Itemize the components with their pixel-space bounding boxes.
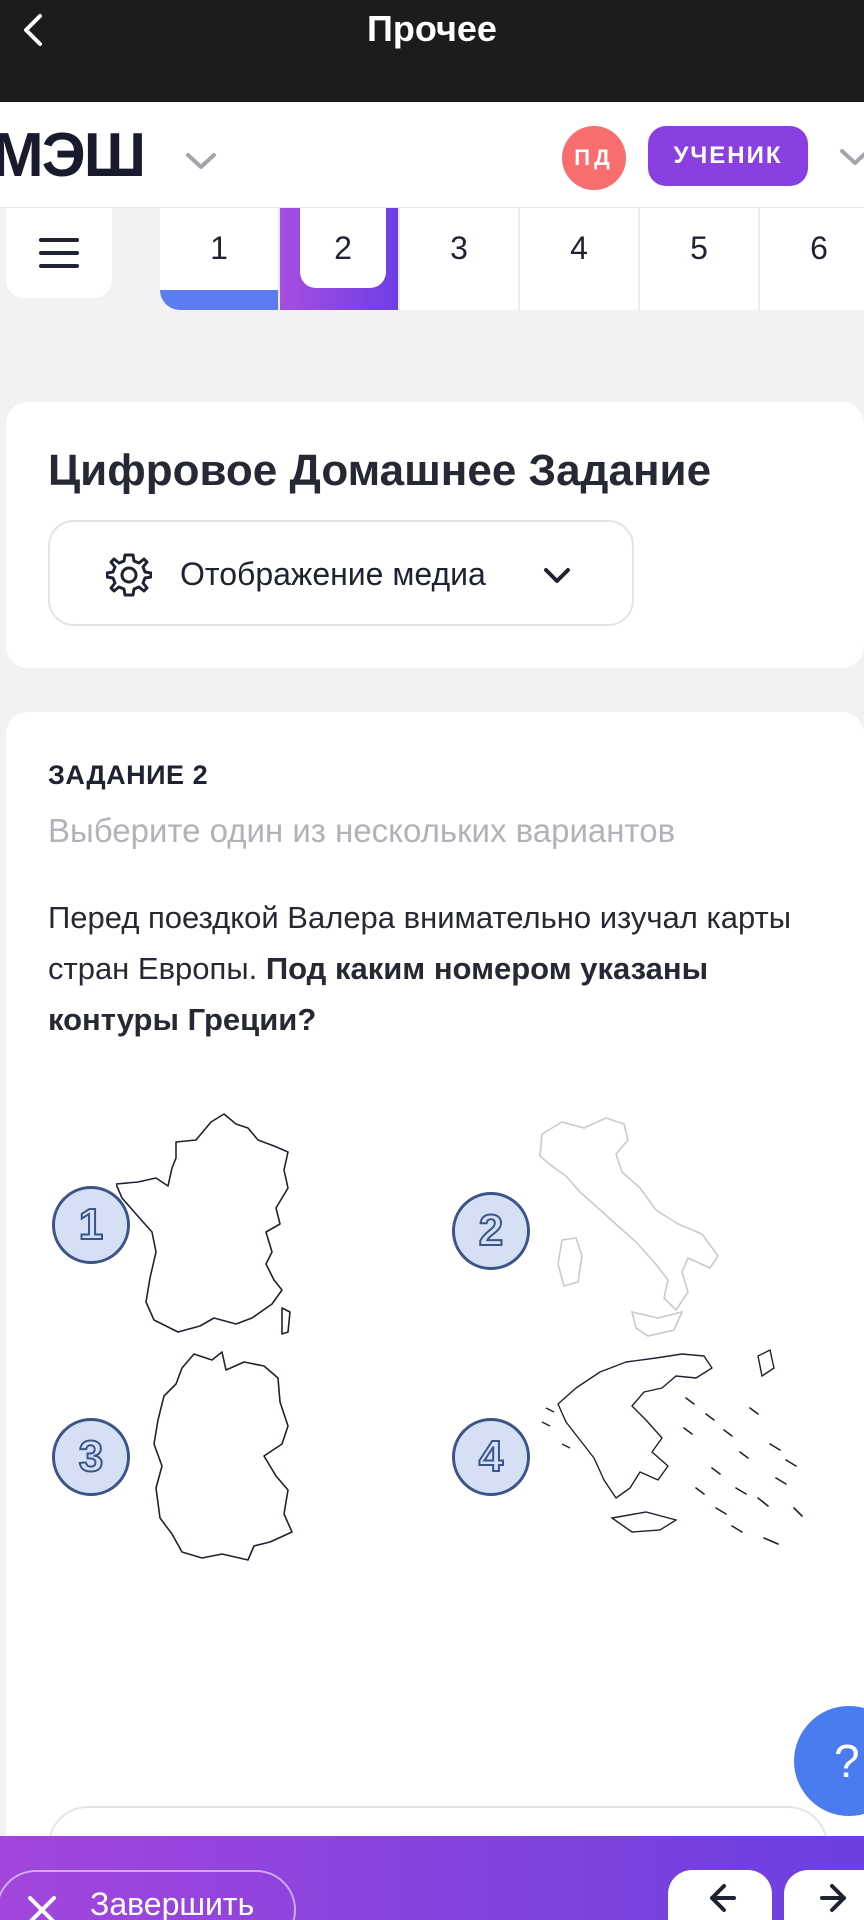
task-card: ЗАДАНИЕ 2 Выберите один из нескольких ва… — [6, 712, 864, 1920]
task-number: ЗАДАНИЕ 2 — [48, 760, 209, 790]
media-display-label: Отображение медиа — [180, 556, 486, 592]
tab-question-1[interactable]: 1 — [160, 208, 280, 310]
role-button[interactable]: УЧЕНИК — [648, 126, 808, 186]
arrow-left-icon — [710, 1884, 736, 1912]
tab-question-3[interactable]: 3 — [400, 208, 520, 310]
option-2-badge[interactable]: 2 — [452, 1192, 530, 1270]
question-tabs: 1 2 3 4 5 6 — [160, 208, 864, 310]
tab-question-5[interactable]: 5 — [640, 208, 760, 310]
option-3-badge[interactable]: 3 — [52, 1418, 130, 1496]
tab-question-6[interactable]: 6 — [760, 208, 864, 310]
map-greece-outline — [536, 1348, 826, 1558]
chevron-down-icon[interactable] — [836, 138, 864, 176]
app-logo[interactable]: МЭШ — [0, 120, 146, 191]
gear-icon — [106, 553, 152, 597]
tab-label: 2 — [300, 208, 386, 288]
chevron-down-icon — [544, 568, 570, 583]
bottom-action-bar: Завершить — [0, 1836, 864, 1920]
finish-button[interactable]: Завершить — [0, 1870, 296, 1920]
screen-title: Прочее — [367, 8, 497, 49]
tab-question-4[interactable]: 4 — [520, 208, 640, 310]
menu-button[interactable] — [6, 208, 112, 298]
app-header: МЭШ ПД УЧЕНИК — [0, 102, 864, 208]
option-4-badge[interactable]: 4 — [452, 1418, 530, 1496]
top-navigation-bar: Прочее — [0, 0, 864, 102]
task-hint: Выберите один из нескольких вариантов — [48, 812, 676, 849]
next-question-button[interactable] — [784, 1870, 864, 1920]
arrow-right-icon — [820, 1884, 846, 1912]
homework-header-card: Цифровое Домашнее Задание Отображение ме… — [6, 402, 864, 668]
chevron-down-icon[interactable] — [182, 142, 220, 180]
page-title: Цифровое Домашнее Задание — [48, 446, 712, 495]
option-1-badge[interactable]: 1 — [52, 1186, 130, 1264]
close-icon — [28, 1896, 56, 1920]
map-germany-outline — [152, 1348, 332, 1562]
finish-label: Завершить — [90, 1886, 255, 1920]
avatar[interactable]: ПД — [562, 126, 626, 190]
tab-question-2[interactable]: 2 — [280, 208, 400, 310]
map-italy-outline — [536, 1114, 746, 1346]
media-display-dropdown[interactable]: Отображение медиа — [48, 520, 634, 626]
task-question: Перед поездкой Валера внимательно изучал… — [48, 892, 808, 1045]
map-france-outline — [115, 1112, 356, 1348]
prev-question-button[interactable] — [668, 1870, 772, 1920]
